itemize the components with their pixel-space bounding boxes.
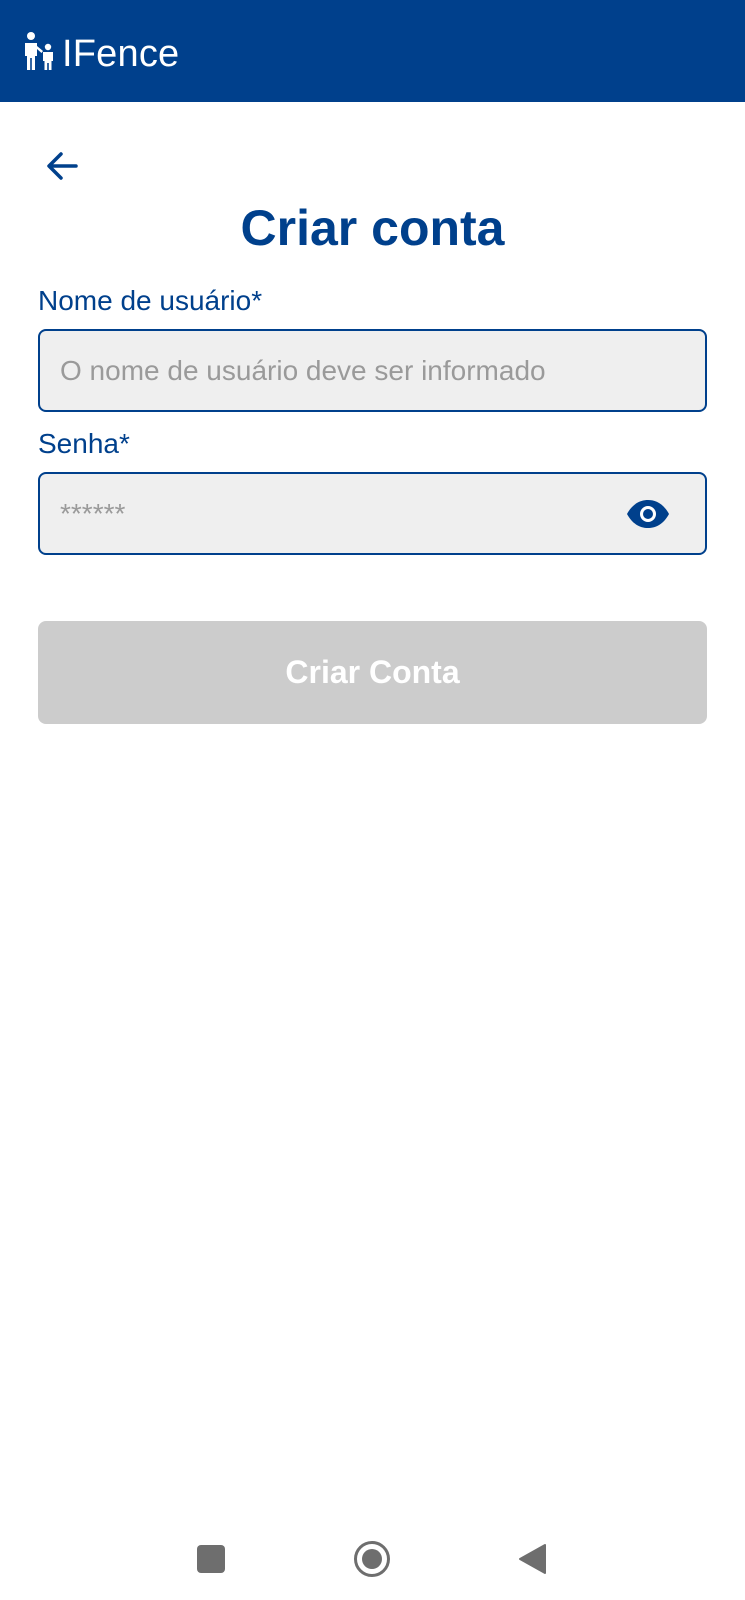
arrow-left-icon <box>47 152 78 180</box>
eye-icon <box>627 500 669 528</box>
brand: IFence <box>24 30 179 74</box>
password-field-box <box>38 472 707 555</box>
password-input[interactable] <box>40 474 705 553</box>
username-label: Nome de usuário* <box>38 285 263 316</box>
page-title: Criar conta <box>240 200 505 256</box>
triangle-back-icon <box>519 1544 546 1574</box>
square-icon <box>197 1545 225 1573</box>
app-header: IFence <box>0 0 745 102</box>
app-name: IFence <box>62 33 180 75</box>
system-navigation-bar <box>0 1520 745 1600</box>
username-field-box <box>38 329 707 412</box>
parent-child-logo-icon <box>25 32 53 70</box>
circle-icon <box>354 1541 390 1577</box>
back-button[interactable] <box>40 144 84 188</box>
system-back-button[interactable] <box>508 1534 558 1584</box>
toggle-password-visibility-button[interactable] <box>625 494 671 534</box>
create-account-button[interactable]: Criar Conta <box>38 621 707 724</box>
username-input[interactable] <box>40 331 705 410</box>
recent-apps-button[interactable] <box>186 1534 236 1584</box>
app-screen: IFence Criar conta Nome de usuário* Senh… <box>0 0 745 1600</box>
password-label: Senha* <box>38 428 130 459</box>
home-button[interactable] <box>347 1534 397 1584</box>
